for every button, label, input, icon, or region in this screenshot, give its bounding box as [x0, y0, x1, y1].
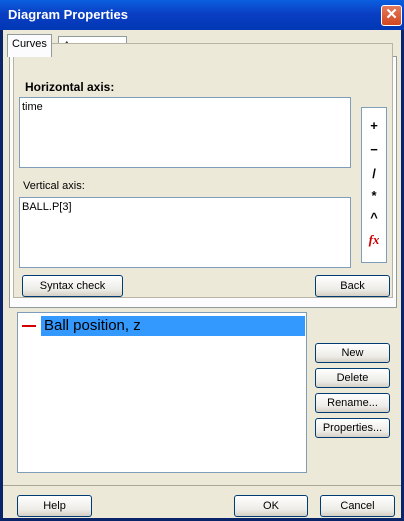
horizontal-axis-input[interactable]: time	[19, 97, 351, 168]
close-button[interactable]: ✕	[381, 5, 402, 26]
syntax-check-button[interactable]: Syntax check	[22, 275, 123, 297]
curve-label: Ball position, z	[41, 316, 305, 336]
horizontal-axis-value: time	[22, 101, 43, 113]
curve-properties-button[interactable]: Properties...	[315, 418, 390, 438]
vertical-axis-value: BALL.P[3]	[22, 201, 72, 213]
curve-color-swatch	[22, 325, 36, 327]
function-icon[interactable]: fx	[362, 232, 386, 248]
divide-operator-button[interactable]: /	[362, 166, 386, 181]
plus-operator-button[interactable]: +	[362, 118, 386, 133]
window-title: Diagram Properties	[8, 7, 128, 22]
curve-list[interactable]: Ball position, z	[17, 312, 307, 473]
power-operator-button[interactable]: ^	[362, 210, 386, 225]
list-item[interactable]: Ball position, z	[22, 316, 305, 336]
delete-curve-button[interactable]: Delete	[315, 368, 390, 388]
minus-operator-button[interactable]: −	[362, 142, 386, 157]
tab-curves-label: Curves	[12, 38, 47, 50]
operator-panel: + − / * ^ fx	[361, 107, 387, 263]
footer-divider	[3, 485, 401, 486]
close-icon: ✕	[385, 6, 398, 23]
vertical-axis-input[interactable]: BALL.P[3]	[19, 197, 351, 268]
back-button[interactable]: Back	[315, 275, 390, 297]
new-curve-button[interactable]: New	[315, 343, 390, 363]
multiply-operator-button[interactable]: *	[362, 188, 386, 203]
title-bar[interactable]: Diagram Properties ✕	[0, 0, 404, 30]
vertical-axis-label: Vertical axis:	[23, 180, 85, 192]
tab-curves[interactable]: Curves	[7, 34, 52, 57]
dialog-window: Diagram Properties ✕ Curves Appearance H…	[0, 0, 404, 521]
ok-button[interactable]: OK	[234, 495, 308, 517]
help-button[interactable]: Help	[17, 495, 92, 517]
horizontal-axis-label: Horizontal axis:	[25, 80, 115, 94]
rename-curve-button[interactable]: Rename...	[315, 393, 390, 413]
cancel-button[interactable]: Cancel	[320, 495, 395, 517]
